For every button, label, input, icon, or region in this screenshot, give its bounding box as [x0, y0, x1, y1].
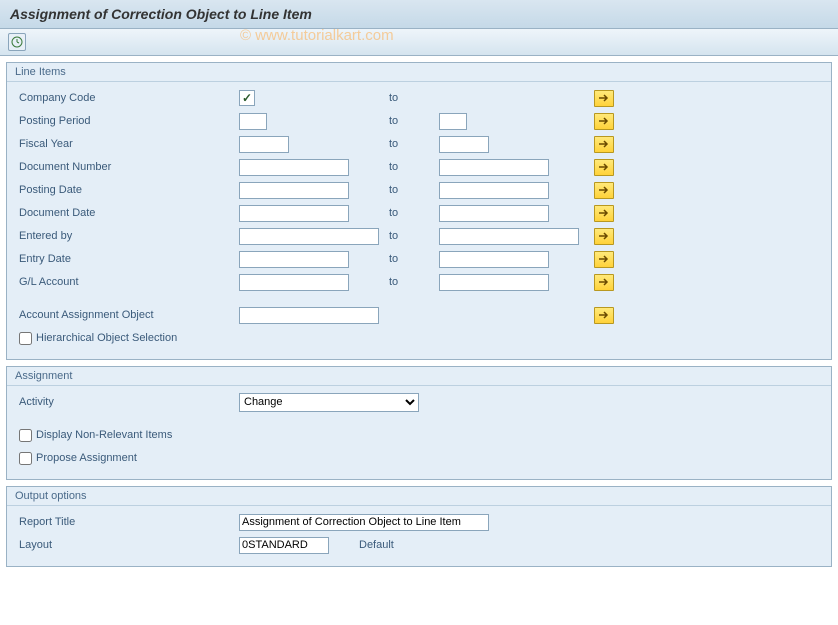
row-posting-period: Posting Period to — [19, 111, 819, 131]
row-propose-assignment: Propose Assignment — [19, 448, 819, 468]
label-display-non-relevant: Display Non-Relevant Items — [36, 429, 172, 441]
content-area: Line Items Company Code to Posting Perio… — [0, 56, 838, 579]
posting-period-from-input[interactable] — [239, 113, 267, 130]
execute-button[interactable] — [8, 33, 26, 51]
arrow-right-icon — [598, 254, 610, 264]
label-posting-period: Posting Period — [19, 115, 239, 127]
line-items-group: Line Items Company Code to Posting Perio… — [6, 62, 832, 360]
page-title: Assignment of Correction Object to Line … — [10, 6, 828, 22]
document-date-multiselect-button[interactable] — [594, 205, 614, 222]
row-company-code: Company Code to — [19, 88, 819, 108]
posting-period-multiselect-button[interactable] — [594, 113, 614, 130]
label-document-number: Document Number — [19, 161, 239, 173]
arrow-right-icon — [598, 139, 610, 149]
layout-input[interactable] — [239, 537, 329, 554]
posting-date-to-input[interactable] — [439, 182, 549, 199]
label-layout: Layout — [19, 539, 239, 551]
row-posting-date: Posting Date to — [19, 180, 819, 200]
label-gl-account: G/L Account — [19, 276, 239, 288]
acct-assign-obj-input[interactable] — [239, 307, 379, 324]
output-options-title: Output options — [7, 487, 831, 506]
entry-date-to-input[interactable] — [439, 251, 549, 268]
assignment-group: Assignment Activity Change Display Non-R… — [6, 366, 832, 480]
arrow-right-icon — [598, 162, 610, 172]
output-options-group: Output options Report Title Layout Defau… — [6, 486, 832, 567]
row-document-date: Document Date to — [19, 203, 819, 223]
layout-default-text: Default — [359, 539, 394, 551]
label-company-code: Company Code — [19, 92, 239, 104]
gl-account-to-input[interactable] — [439, 274, 549, 291]
posting-date-from-input[interactable] — [239, 182, 349, 199]
row-hierarchical: Hierarchical Object Selection — [19, 328, 819, 348]
gl-account-from-input[interactable] — [239, 274, 349, 291]
fiscal-year-to-input[interactable] — [439, 136, 489, 153]
document-number-from-input[interactable] — [239, 159, 349, 176]
activity-select[interactable]: Change — [239, 393, 419, 412]
posting-period-to-input[interactable] — [439, 113, 467, 130]
watermark: © www.tutorialkart.com — [240, 27, 394, 44]
row-activity: Activity Change — [19, 392, 819, 412]
acct-assign-obj-multiselect-button[interactable] — [594, 307, 614, 324]
row-fiscal-year: Fiscal Year to — [19, 134, 819, 154]
entry-date-from-input[interactable] — [239, 251, 349, 268]
entry-date-multiselect-button[interactable] — [594, 251, 614, 268]
label-document-date: Document Date — [19, 207, 239, 219]
display-non-relevant-checkbox[interactable] — [19, 429, 32, 442]
entered-by-to-input[interactable] — [439, 228, 579, 245]
document-date-from-input[interactable] — [239, 205, 349, 222]
row-display-non-relevant: Display Non-Relevant Items — [19, 425, 819, 445]
row-document-number: Document Number to — [19, 157, 819, 177]
clock-icon — [11, 36, 23, 48]
line-items-title: Line Items — [7, 63, 831, 82]
row-layout: Layout Default — [19, 535, 819, 555]
row-entry-date: Entry Date to — [19, 249, 819, 269]
row-gl-account: G/L Account to — [19, 272, 819, 292]
row-acct-assign-obj: Account Assignment Object — [19, 305, 819, 325]
label-hierarchical: Hierarchical Object Selection — [36, 332, 177, 344]
label-report-title: Report Title — [19, 516, 239, 528]
toolbar: © www.tutorialkart.com — [0, 29, 838, 56]
row-report-title: Report Title — [19, 512, 819, 532]
company-code-multiselect-button[interactable] — [594, 90, 614, 107]
row-entered-by: Entered by to — [19, 226, 819, 246]
entered-by-multiselect-button[interactable] — [594, 228, 614, 245]
fiscal-year-multiselect-button[interactable] — [594, 136, 614, 153]
arrow-right-icon — [598, 277, 610, 287]
propose-assignment-checkbox[interactable] — [19, 452, 32, 465]
title-bar: Assignment of Correction Object to Line … — [0, 0, 838, 29]
hierarchical-checkbox[interactable] — [19, 332, 32, 345]
arrow-right-icon — [598, 231, 610, 241]
label-acct-assign-obj: Account Assignment Object — [19, 309, 239, 321]
document-number-to-input[interactable] — [439, 159, 549, 176]
report-title-input[interactable] — [239, 514, 489, 531]
arrow-right-icon — [598, 208, 610, 218]
label-fiscal-year: Fiscal Year — [19, 138, 239, 150]
label-entered-by: Entered by — [19, 230, 239, 242]
arrow-right-icon — [598, 185, 610, 195]
entered-by-from-input[interactable] — [239, 228, 379, 245]
fiscal-year-from-input[interactable] — [239, 136, 289, 153]
company-code-from-checkbox[interactable] — [239, 90, 255, 106]
to-label: to — [389, 92, 439, 104]
label-activity: Activity — [19, 396, 239, 408]
assignment-title: Assignment — [7, 367, 831, 386]
arrow-right-icon — [598, 310, 610, 320]
label-entry-date: Entry Date — [19, 253, 239, 265]
arrow-right-icon — [598, 93, 610, 103]
gl-account-multiselect-button[interactable] — [594, 274, 614, 291]
posting-date-multiselect-button[interactable] — [594, 182, 614, 199]
arrow-right-icon — [598, 116, 610, 126]
label-propose-assignment: Propose Assignment — [36, 452, 137, 464]
document-date-to-input[interactable] — [439, 205, 549, 222]
document-number-multiselect-button[interactable] — [594, 159, 614, 176]
label-posting-date: Posting Date — [19, 184, 239, 196]
